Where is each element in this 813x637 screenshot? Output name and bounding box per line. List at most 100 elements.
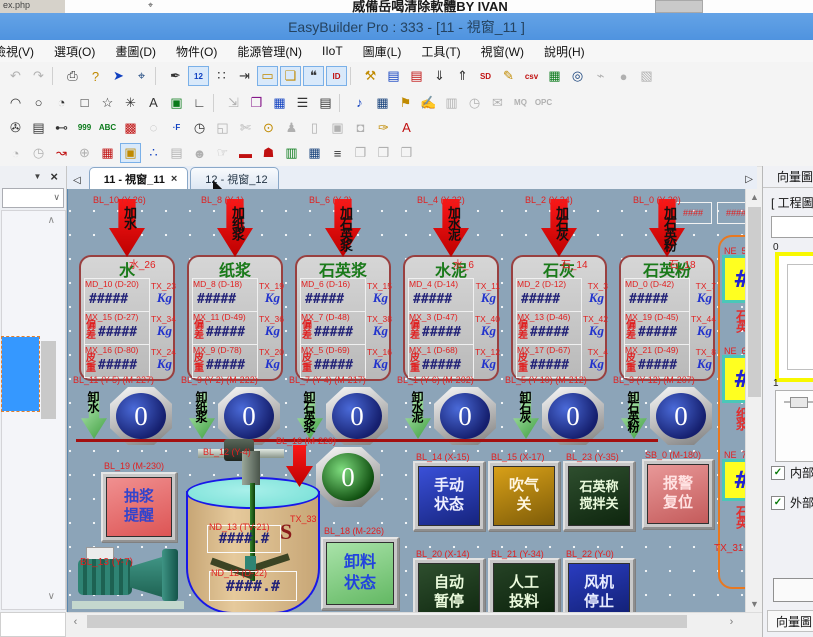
library-select[interactable]: ∨ [2, 188, 64, 208]
deviation-display[interactable]: MX_11 (D-49) 偏差 ##### Kg TX_36 [193, 312, 257, 345]
stamp-icon[interactable]: ◱ [212, 118, 233, 138]
tare-display[interactable]: MX_21 (D-49) 皮重 ##### Kg TX_8 [625, 345, 689, 377]
recipe-table-icon[interactable]: ▦ [544, 66, 565, 86]
pen-tool-icon[interactable]: ✒ [165, 66, 186, 86]
material-card[interactable]: 石灰 石_14 MD_2 (D-12) ##### Kg TX_3 MX_13 … [511, 255, 607, 381]
mix-gauge[interactable]: 0 [316, 447, 380, 507]
oscilloscope-icon[interactable]: ▣ [120, 143, 141, 163]
external-checkbox[interactable]: ✓ 外部 [771, 494, 813, 511]
mqtt-icon[interactable]: MQ [510, 93, 531, 113]
file-browser-icon[interactable]: ❐ [350, 143, 371, 163]
panel-button[interactable] [773, 578, 813, 602]
auto-pause-button[interactable]: BL_20 (X-14) 自动 暂停 [413, 558, 485, 612]
select-region-icon[interactable]: ◌ [143, 118, 164, 138]
ascii-display-icon[interactable]: ABC [97, 118, 118, 138]
help-icon[interactable]: ? [85, 66, 106, 86]
upload-icon[interactable]: ⇑ [452, 66, 473, 86]
menu-view[interactable]: 檢視(V) [0, 43, 44, 60]
printer-dim-icon[interactable]: ❒ [373, 143, 394, 163]
discharge-gauge[interactable]: 0 [650, 387, 712, 445]
quick-edit-icon[interactable]: ✎ [498, 66, 519, 86]
hdd-icon[interactable]: ● [613, 66, 634, 86]
discharge-unit[interactable]: BL_11 (Y-5) (M-227) 卸水 0 [79, 385, 175, 447]
mixer-assembly[interactable] [196, 439, 292, 589]
discharge-gauge[interactable]: 0 [542, 387, 604, 445]
print-icon[interactable]: ⎙ [62, 66, 83, 86]
level-display[interactable]: ND_12 (D-22) ####.# [209, 571, 297, 601]
menu-options[interactable]: 選項(O) [44, 43, 105, 60]
menu-help[interactable]: 說明(H) [534, 43, 595, 60]
polygon-tool-icon[interactable]: ☆ [97, 93, 118, 113]
numeric-display-icon[interactable]: 999 [74, 118, 95, 138]
data-grid-icon[interactable]: ▤ [166, 143, 187, 163]
tare-display[interactable]: MX_9 (D-78) 皮重 ##### Kg TX_20 [193, 345, 257, 377]
arc-tool-icon[interactable]: ◠ [5, 93, 26, 113]
density-display[interactable]: ND_13 (TV-21) ####.# [207, 525, 281, 553]
memo-icon[interactable]: ✍ [418, 93, 439, 113]
tare-display[interactable]: MX_5 (D-69) 皮重 ##### Kg TX_16 [301, 345, 365, 377]
scroll-right-icon[interactable]: › [723, 613, 740, 631]
qrcode-icon[interactable]: ▩ [120, 118, 141, 138]
download-icon[interactable]: ⇓ [429, 66, 450, 86]
mail-icon[interactable]: ✉ [487, 93, 508, 113]
history-table-icon[interactable]: ▦ [97, 143, 118, 163]
event-log-icon[interactable]: ▥ [281, 143, 302, 163]
scroll-up-icon[interactable]: ▲ [746, 189, 763, 205]
discharge-unit[interactable]: BL_1 (Y-6) (M-202) 卸水泥 0 [403, 385, 499, 447]
ne-display[interactable]: # [722, 255, 746, 303]
timer-icon[interactable]: ◷ [464, 93, 485, 113]
design-canvas[interactable]: #### #### BL_10 (Y-26) 加水 水 水_26 MD_10 (… [67, 189, 746, 612]
grid-icon[interactable]: ∷ [211, 66, 232, 86]
discharge-unit[interactable]: BL_9 (Y-2) (M-222) 卸纸浆 0 [187, 385, 283, 447]
tab-window-11[interactable]: 11 - 視窗_11 × [89, 167, 189, 189]
bar-lite-icon[interactable]: ▬ [235, 143, 256, 163]
deviation-display[interactable]: MX_15 (D-27) 偏差 ##### Kg TX_34 [85, 312, 149, 345]
sound-icon[interactable]: ♪ [349, 93, 370, 113]
collapse-icon[interactable]: ▼ [33, 172, 41, 181]
ledger-icon[interactable]: ▥ [441, 93, 462, 113]
quartz-mixer-off-button[interactable]: BL_23 (Y-35) 石英称 搅拌关 [563, 461, 635, 531]
interlock-icon[interactable]: ⊷ [51, 118, 72, 138]
undo-icon[interactable]: ↶ [5, 66, 26, 86]
vertical-scrollbar[interactable]: ▲ ▼ [745, 189, 763, 612]
document-icon[interactable]: ▯ [304, 118, 325, 138]
redo-icon[interactable]: ↷ [28, 66, 49, 86]
ne-display[interactable]: # [722, 459, 746, 501]
shape-library-icon[interactable]: ❒ [246, 93, 267, 113]
window-mode-icon[interactable]: ❏ [280, 66, 301, 86]
panel-footer-tab[interactable]: 向量圖 [767, 610, 813, 632]
setpoint-display[interactable]: MD_10 (D-20) ##### Kg TX_23 [85, 279, 149, 312]
ne-display[interactable]: # [722, 355, 746, 403]
library-filter-input[interactable] [771, 216, 813, 238]
simulate-online-icon[interactable]: ▤ [383, 66, 404, 86]
material-card[interactable]: 石英浆 MD_6 (D-16) ##### Kg TX_15 MX_7 (D-4… [295, 255, 391, 381]
manual-feed-button[interactable]: BL_21 (Y-34) 人工 投料 [488, 558, 560, 612]
shape-mode-icon[interactable]: ▭ [257, 66, 278, 86]
sd-card-icon[interactable]: SD [475, 66, 496, 86]
id-display-icon[interactable]: ID [326, 66, 347, 86]
library-scrollbar[interactable] [41, 341, 56, 419]
text-ruler-icon[interactable]: A [396, 118, 417, 138]
carry-bag-icon[interactable]: ◘ [350, 118, 371, 138]
security-key-icon[interactable]: ✇ [5, 118, 26, 138]
scrollbar-thumb[interactable] [87, 615, 687, 628]
scatter-plot-icon[interactable]: ∴ [143, 143, 164, 163]
line-tool-icon[interactable]: ∟ [189, 93, 210, 113]
discharge-gauge[interactable]: 0 [218, 387, 280, 445]
deviation-display[interactable]: MX_19 (D-45) 偏差 ##### Kg TX_44 [625, 312, 689, 345]
snap-icon[interactable]: ⇥ [234, 66, 255, 86]
object-list-icon[interactable]: ▤ [315, 93, 336, 113]
ruler-icon[interactable]: 12 [188, 66, 209, 86]
format-pen-icon[interactable]: ✑ [373, 118, 394, 138]
setpoint-display[interactable]: MD_6 (D-16) ##### Kg TX_15 [301, 279, 365, 312]
vector-item[interactable] [775, 390, 813, 462]
schedule-icon[interactable]: ▦ [372, 93, 393, 113]
tab-close-icon[interactable]: × [171, 173, 177, 185]
blow-off-button[interactable]: BL_15 (X-17) 吹气 关 [488, 461, 560, 531]
rect-tool-icon[interactable]: □ [74, 93, 95, 113]
scroll-down-icon[interactable]: ▼ [746, 596, 763, 612]
tare-display[interactable]: MX_17 (D-67) 皮重 ##### Kg TX_4 [517, 345, 581, 377]
menu-iiot[interactable]: IIoT [312, 44, 353, 58]
alarm-reset-button[interactable]: SB_0 (M-180) 报警 复位 [642, 459, 714, 529]
manual-status-button[interactable]: BL_14 (X-15) 手动 状态 [413, 461, 485, 531]
